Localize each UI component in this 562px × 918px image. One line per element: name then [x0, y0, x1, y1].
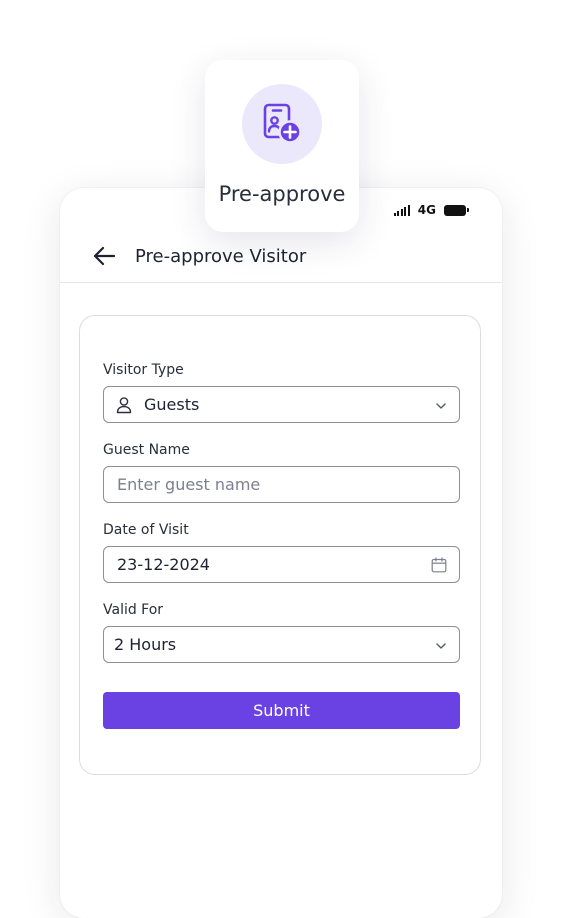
valid-for-value: 2 Hours: [114, 635, 177, 654]
valid-for-label: Valid For: [103, 602, 164, 618]
badge-label: Pre-approve: [218, 182, 346, 206]
calendar-icon[interactable]: [431, 557, 447, 573]
person-icon: [116, 396, 132, 413]
submit-button[interactable]: Submit: [103, 692, 460, 729]
visitor-type-label: Visitor Type: [103, 362, 184, 378]
feature-badge: Pre-approve: [205, 60, 359, 232]
network-label: 4G: [417, 203, 436, 217]
valid-for-select[interactable]: 2 Hours: [103, 626, 460, 663]
date-of-visit-label: Date of Visit: [103, 522, 189, 538]
signal-icon: [393, 204, 410, 216]
date-of-visit-value: 23-12-2024: [117, 555, 210, 574]
arrow-left-icon: [93, 246, 115, 266]
visitor-type-select[interactable]: Guests: [103, 386, 460, 423]
guest-name-input[interactable]: [117, 475, 417, 494]
badge-icon-circle: [242, 84, 322, 164]
phone-screen: 4G Pre-approve Visitor Visitor Type Gues…: [60, 188, 502, 918]
battery-icon: [444, 204, 469, 216]
chevron-down-icon: [436, 643, 446, 649]
back-button[interactable]: [90, 242, 118, 270]
visitor-type-value: Guests: [144, 395, 200, 414]
date-of-visit-field[interactable]: 23-12-2024: [103, 546, 460, 583]
page-title: Pre-approve Visitor: [135, 245, 307, 267]
preapprove-form: Visitor Type Guests Guest Name Date of V…: [79, 315, 481, 775]
guest-name-field: [103, 466, 460, 503]
status-bar: 4G: [393, 202, 469, 218]
app-bar: Pre-approve Visitor: [60, 230, 502, 283]
guest-name-label: Guest Name: [103, 442, 190, 458]
visitor-add-icon: [263, 103, 302, 144]
chevron-down-icon: [436, 403, 446, 409]
